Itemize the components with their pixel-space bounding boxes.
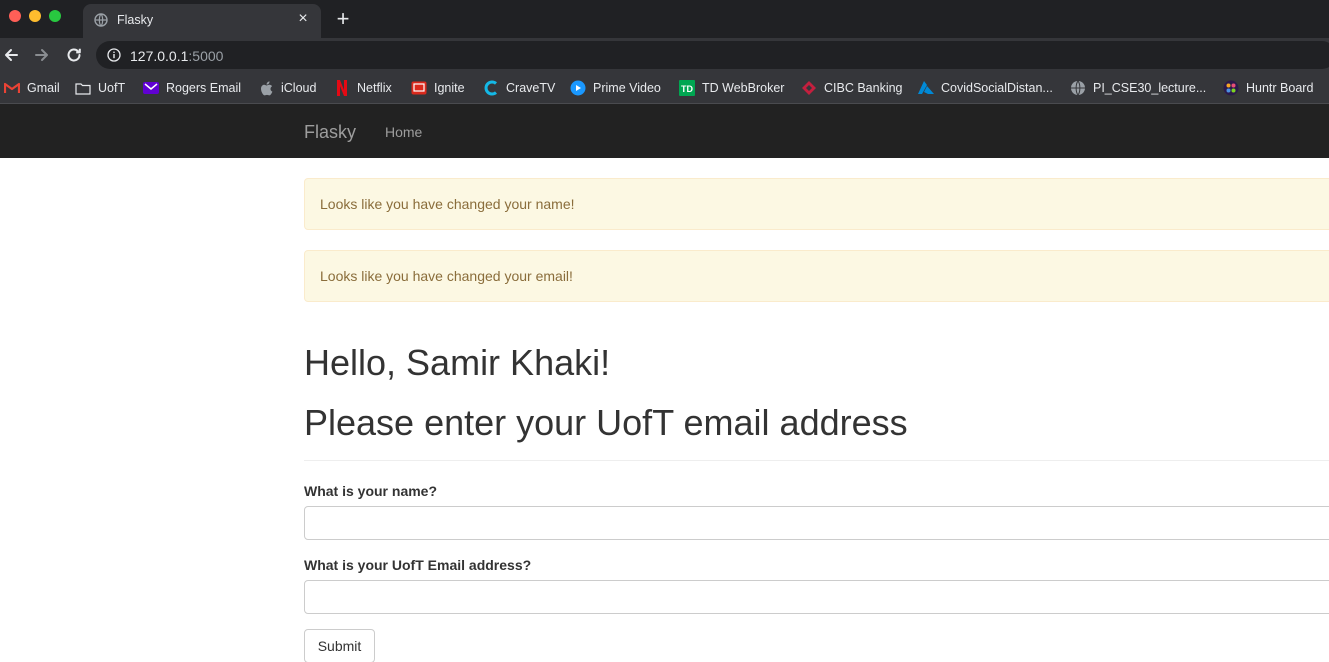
rogers-email-icon xyxy=(143,80,159,96)
forward-arrow-icon[interactable] xyxy=(33,46,51,64)
bookmark-uoft[interactable]: UofT xyxy=(75,79,125,97)
tab-title: Flasky xyxy=(117,13,154,27)
back-arrow-icon[interactable] xyxy=(2,46,20,64)
prime-video-icon xyxy=(570,80,586,96)
flash-alert-name-changed: Looks like you have changed your name! xyxy=(304,178,1329,230)
globe-icon xyxy=(1070,80,1086,96)
name-input[interactable] xyxy=(304,506,1329,540)
bookmark-cravetv[interactable]: CraveTV xyxy=(483,79,555,97)
bookmark-prime-video[interactable]: Prime Video xyxy=(570,79,661,97)
bookmark-label: Netflix xyxy=(357,81,392,95)
submit-button[interactable]: Submit xyxy=(304,629,375,662)
cibc-icon xyxy=(801,80,817,96)
bookmark-label: UofT xyxy=(98,81,126,95)
bookmarks-bar: Gmail UofT Rogers Email iCloud Netflix I… xyxy=(0,72,1329,104)
address-bar[interactable]: 127.0.0.1:5000 xyxy=(96,41,1329,69)
folder-icon xyxy=(75,80,91,96)
url-port: :5000 xyxy=(188,48,224,64)
bookmark-ignite[interactable]: Ignite xyxy=(411,79,465,97)
bookmark-label: Rogers Email xyxy=(166,81,242,95)
td-icon: TD xyxy=(679,80,695,96)
huntr-icon xyxy=(1223,80,1239,96)
close-tab-icon[interactable]: × xyxy=(295,11,311,27)
bookmark-label: Prime Video xyxy=(593,81,661,95)
nav-link-home[interactable]: Home xyxy=(385,124,422,140)
info-icon[interactable] xyxy=(107,48,121,62)
browser-tab-strip: Flasky × + xyxy=(0,0,1329,38)
bookmark-label: TD WebBroker xyxy=(702,81,785,95)
url-text: 127.0.0.1:5000 xyxy=(130,48,223,64)
svg-text:TD: TD xyxy=(681,84,693,94)
bookmark-label: iCloud xyxy=(281,81,317,95)
cravetv-icon xyxy=(483,80,499,96)
bookmark-pi-cse30-lecture[interactable]: PI_CSE30_lecture... xyxy=(1070,79,1206,97)
url-host: 127.0.0.1 xyxy=(130,48,189,64)
close-window-button[interactable] xyxy=(9,10,21,22)
flash-alert-email-changed: Looks like you have changed your email! xyxy=(304,250,1329,302)
bookmark-label: Ignite xyxy=(434,81,465,95)
gmail-icon xyxy=(4,80,20,96)
email-input[interactable] xyxy=(304,580,1329,614)
bookmark-td-webbroker[interactable]: TD TD WebBroker xyxy=(679,79,784,97)
ignite-icon xyxy=(411,80,427,96)
maximize-window-button[interactable] xyxy=(49,10,61,22)
navbar-brand[interactable]: Flasky xyxy=(304,122,356,143)
bookmark-covidsocialdistan[interactable]: CovidSocialDistan... xyxy=(918,79,1053,97)
apple-icon xyxy=(258,80,274,96)
bookmark-label: Huntr Board xyxy=(1246,81,1314,95)
azure-icon xyxy=(918,80,934,96)
bookmark-label: Gmail xyxy=(27,81,60,95)
bookmark-icloud[interactable]: iCloud xyxy=(258,79,316,97)
browser-tab-flasky[interactable]: Flasky × xyxy=(83,4,321,38)
bookmark-huntr-board[interactable]: Huntr Board xyxy=(1223,79,1313,97)
bookmark-netflix[interactable]: Netflix xyxy=(334,79,392,97)
bookmark-label: CIBC Banking xyxy=(824,81,903,95)
bookmark-label: PI_CSE30_lecture... xyxy=(1093,81,1207,95)
email-label: What is your UofT Email address? xyxy=(304,557,532,573)
bookmark-label: CovidSocialDistan... xyxy=(941,81,1053,95)
header-divider xyxy=(304,460,1329,461)
greeting-heading: Hello, Samir Khaki! xyxy=(304,342,611,383)
minimize-window-button[interactable] xyxy=(29,10,41,22)
new-tab-button[interactable]: + xyxy=(334,8,352,30)
reload-icon[interactable] xyxy=(65,46,83,64)
globe-icon xyxy=(94,13,108,27)
app-navbar: Flasky Home xyxy=(0,104,1329,158)
bookmark-label: CraveTV xyxy=(506,81,556,95)
netflix-icon xyxy=(334,80,350,96)
page-title: Please enter your UofT email address xyxy=(304,402,908,443)
bookmark-cibc-banking[interactable]: CIBC Banking xyxy=(801,79,903,97)
name-label: What is your name? xyxy=(304,483,438,499)
browser-toolbar: 127.0.0.1:5000 xyxy=(0,38,1329,72)
bookmark-gmail[interactable]: Gmail xyxy=(4,79,60,97)
bookmark-rogers-email[interactable]: Rogers Email xyxy=(143,79,241,97)
